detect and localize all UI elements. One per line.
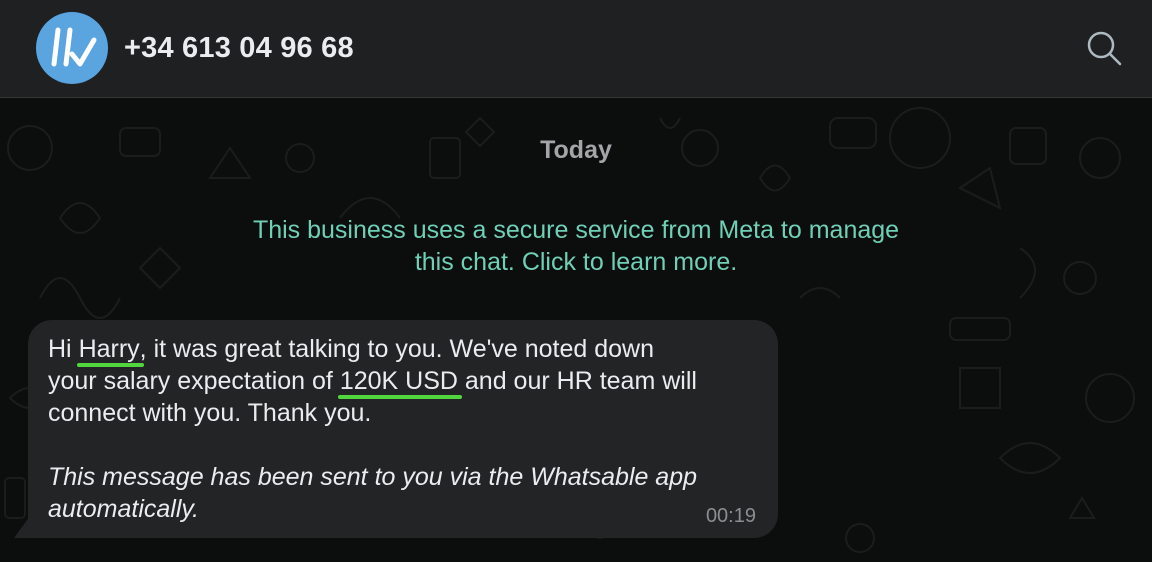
message-greeting: Hi <box>48 335 79 363</box>
message-timestamp: 00:19 <box>705 505 756 527</box>
whatsable-logo-icon <box>51 27 97 67</box>
contact-name[interactable]: +34 613 04 96 68 <box>124 30 354 66</box>
automation-note: This message has been sent to you via th… <box>48 461 768 525</box>
note-line-1: This message has been sent to you via th… <box>48 463 697 491</box>
message-amount: 120K USD <box>339 367 458 395</box>
meta-service-notice[interactable]: This business uses a secure service from… <box>196 214 956 278</box>
amount-underline <box>337 395 462 399</box>
notice-line-1: This business uses a secure service from… <box>252 216 900 244</box>
message-part-1: , it was great talking to you. We've not… <box>139 335 654 363</box>
date-separator: Today <box>540 136 612 164</box>
search-icon <box>1087 31 1122 66</box>
message-part-3: and our HR team will <box>457 367 697 395</box>
highlighted-name: Harry <box>76 333 144 367</box>
chat-window: +34 613 04 96 68 Today This business use… <box>0 0 1152 562</box>
chat-header: +34 613 04 96 68 <box>0 0 1152 98</box>
avatar[interactable] <box>36 12 108 84</box>
notice-line-2: this chat. Click to learn more. <box>414 248 738 276</box>
message-part-4: connect with you. Thank you. <box>48 399 372 427</box>
message-body: Hi Harry, it was great talking to you. W… <box>48 333 768 429</box>
note-line-2: automatically. <box>48 495 199 523</box>
incoming-message-bubble[interactable]: Hi Harry, it was great talking to you. W… <box>28 320 778 538</box>
search-button[interactable] <box>1084 28 1124 68</box>
message-name: Harry <box>78 335 140 363</box>
name-underline <box>76 363 144 367</box>
message-part-2: your salary expectation of <box>48 367 340 395</box>
message-list[interactable]: Today This business uses a secure servic… <box>0 98 1152 562</box>
highlighted-amount: 120K USD <box>337 365 462 399</box>
